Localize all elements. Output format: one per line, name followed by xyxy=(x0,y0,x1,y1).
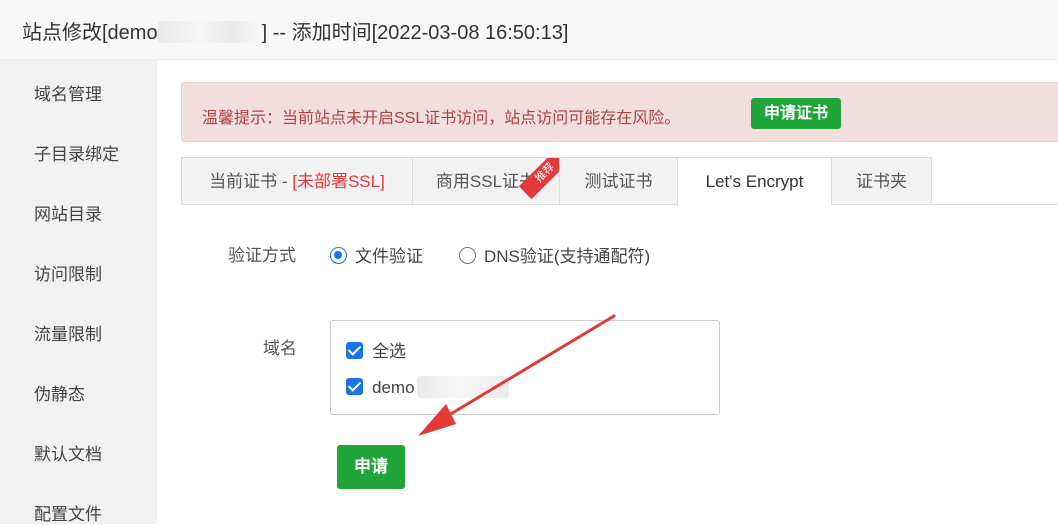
window-titlebar: 站点修改[demo ] -- 添加时间[2022-03-08 16:50:13] xyxy=(0,0,1058,60)
alert-message: 温馨提示：当前站点未开启SSL证书访问，站点访问可能存在风险。 xyxy=(202,110,681,127)
tab-current-cert-label: 当前证书 - xyxy=(209,172,293,191)
ssl-tabs: 当前证书 - [未部署SSL] 商用SSL证书 推荐 测试证书 Let's Enc… xyxy=(181,157,1058,206)
tab-cert-folder[interactable]: 证书夹 xyxy=(831,157,932,205)
radio-dns-verify-label: DNS验证(支持通配符) xyxy=(484,247,651,266)
redacted-domain xyxy=(416,376,509,398)
sidebar-item-default-doc[interactable]: 默认文档 xyxy=(34,440,102,465)
sidebar-item-domain-manage[interactable]: 域名管理 xyxy=(34,80,102,105)
ssl-warning-alert: 温馨提示：当前站点未开启SSL证书访问，站点访问可能存在风险。 申请证书 xyxy=(181,82,1058,142)
checkbox-checked-icon xyxy=(346,378,363,395)
title-suffix: ] -- 添加时间[2022-03-08 16:50:13] xyxy=(261,22,569,44)
verify-method-label: 验证方式 xyxy=(228,246,296,265)
domain-list-box: 全选 demo xyxy=(330,320,720,415)
apply-submit-button[interactable]: 申请 xyxy=(337,445,405,489)
domain-label: 域名 xyxy=(263,339,297,358)
radio-selected-icon xyxy=(330,247,347,264)
sidebar-item-subdir-bind[interactable]: 子目录绑定 xyxy=(34,140,119,165)
radio-unselected-icon xyxy=(459,247,476,264)
radio-file-verify-label: 文件验证 xyxy=(355,247,423,266)
redacted-domain xyxy=(157,21,262,43)
radio-file-verify[interactable]: 文件验证 xyxy=(330,242,423,267)
checkbox-domain-item[interactable]: demo xyxy=(346,376,509,398)
tab-letsencrypt[interactable]: Let's Encrypt xyxy=(677,157,832,206)
apply-cert-button[interactable]: 申请证书 xyxy=(751,98,841,129)
tab-current-cert[interactable]: 当前证书 - [未部署SSL] xyxy=(181,157,413,205)
sidebar-item-access-limit[interactable]: 访问限制 xyxy=(34,260,102,285)
domain-item-label: demo xyxy=(372,378,415,397)
sidebar-item-site-dir[interactable]: 网站目录 xyxy=(34,200,102,225)
sidebar: 域名管理 子目录绑定 网站目录 访问限制 流量限制 伪静态 默认文档 配置文件 xyxy=(0,60,157,524)
tab-current-cert-status: [未部署SSL] xyxy=(292,172,385,191)
checkbox-checked-icon xyxy=(346,342,363,359)
window-title: 站点修改[demo ] -- 添加时间[2022-03-08 16:50:13] xyxy=(22,16,568,45)
tab-test-cert[interactable]: 测试证书 xyxy=(559,157,678,205)
tab-commercial-ssl[interactable]: 商用SSL证书 推荐 xyxy=(412,157,560,205)
checkbox-select-all[interactable]: 全选 xyxy=(346,337,406,362)
title-prefix: 站点修改[demo xyxy=(22,22,158,44)
sidebar-item-config-file[interactable]: 配置文件 xyxy=(34,500,102,525)
radio-dns-verify[interactable]: DNS验证(支持通配符) xyxy=(459,242,650,267)
sidebar-item-traffic-limit[interactable]: 流量限制 xyxy=(34,320,102,345)
select-all-label: 全选 xyxy=(372,342,406,361)
sidebar-item-rewrite[interactable]: 伪静态 xyxy=(34,380,85,405)
